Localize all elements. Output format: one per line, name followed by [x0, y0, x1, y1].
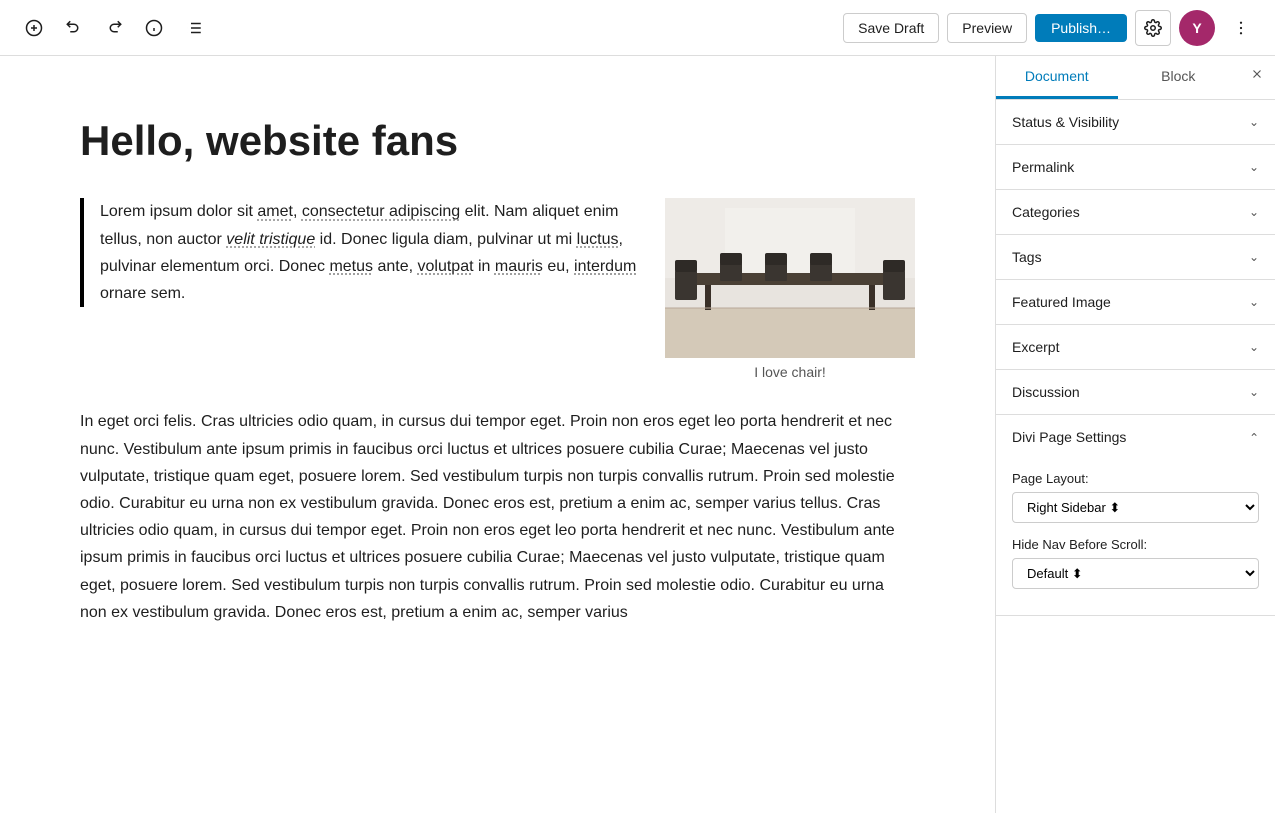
tab-block[interactable]: Block [1118, 56, 1240, 99]
image-block: I love chair! [665, 198, 915, 380]
panel-label-featured-image: Featured Image [1012, 294, 1111, 310]
hide-nav-label: Hide Nav Before Scroll: [1012, 537, 1259, 552]
chevron-icon-featured-image: ⌄ [1249, 295, 1259, 309]
panel-tags[interactable]: Tags ⌄ [996, 235, 1275, 280]
chevron-icon-discussion: ⌄ [1249, 385, 1259, 399]
panel-label-divi: Divi Page Settings [1012, 429, 1126, 445]
page-layout-select[interactable]: Right Sidebar ⬍ Left Sidebar Full Width … [1012, 492, 1259, 523]
panel-permalink[interactable]: Permalink ⌄ [996, 145, 1275, 190]
chevron-icon-divi: ⌄ [1249, 430, 1259, 444]
yoast-icon[interactable]: Y [1179, 10, 1215, 46]
toolbar: Save Draft Preview Publish… Y [0, 0, 1275, 56]
more-options-button[interactable] [1223, 10, 1259, 46]
close-sidebar-button[interactable] [1239, 56, 1275, 92]
chevron-icon-permalink: ⌄ [1249, 160, 1259, 174]
editor-area: Hello, website fans Lorem ipsum dolor si… [0, 56, 995, 813]
hide-nav-select[interactable]: Default ⬍ Enable Disable [1012, 558, 1259, 589]
panel-label-excerpt: Excerpt [1012, 339, 1059, 355]
panel-categories[interactable]: Categories ⌄ [996, 190, 1275, 235]
main-layout: Hello, website fans Lorem ipsum dolor si… [0, 56, 1275, 813]
quote-text-block: Lorem ipsum dolor sit amet, consectetur … [80, 198, 641, 307]
post-title[interactable]: Hello, website fans [80, 116, 915, 166]
sidebar-tabs: Document Block [996, 56, 1275, 100]
undo-button[interactable] [56, 10, 92, 46]
media-text-block: Lorem ipsum dolor sit amet, consectetur … [80, 198, 915, 380]
chevron-icon-tags: ⌄ [1249, 250, 1259, 264]
panel-featured-image[interactable]: Featured Image ⌄ [996, 280, 1275, 325]
settings-button[interactable] [1135, 10, 1171, 46]
redo-button[interactable] [96, 10, 132, 46]
sidebar: Document Block Status & Visibility ⌄ Per… [995, 56, 1275, 813]
panel-label-categories: Categories [1012, 204, 1080, 220]
chevron-icon-status: ⌄ [1249, 115, 1259, 129]
panel-divi-settings: Divi Page Settings ⌄ Page Layout: Right … [996, 415, 1275, 616]
add-block-button[interactable] [16, 10, 52, 46]
publish-button[interactable]: Publish… [1035, 14, 1127, 42]
divi-settings-content: Page Layout: Right Sidebar ⬍ Left Sideba… [996, 459, 1275, 615]
body-paragraph: In eget orci felis. Cras ultricies odio … [80, 408, 915, 626]
image-caption: I love chair! [665, 364, 915, 380]
toolbar-left [16, 10, 212, 46]
tab-document[interactable]: Document [996, 56, 1118, 99]
panel-label-tags: Tags [1012, 249, 1042, 265]
panel-label-discussion: Discussion [1012, 384, 1080, 400]
panel-excerpt[interactable]: Excerpt ⌄ [996, 325, 1275, 370]
save-draft-button[interactable]: Save Draft [843, 13, 939, 43]
page-layout-label: Page Layout: [1012, 471, 1259, 486]
divi-settings-header[interactable]: Divi Page Settings ⌄ [996, 415, 1275, 459]
panel-discussion[interactable]: Discussion ⌄ [996, 370, 1275, 415]
inline-image [665, 198, 915, 358]
panel-label-status: Status & Visibility [1012, 114, 1119, 130]
info-button[interactable] [136, 10, 172, 46]
chevron-icon-categories: ⌄ [1249, 205, 1259, 219]
panel-label-permalink: Permalink [1012, 159, 1074, 175]
preview-button[interactable]: Preview [947, 13, 1027, 43]
chevron-icon-excerpt: ⌄ [1249, 340, 1259, 354]
quote-paragraph: Lorem ipsum dolor sit amet, consectetur … [100, 198, 641, 307]
list-view-button[interactable] [176, 10, 212, 46]
toolbar-right: Save Draft Preview Publish… Y [843, 10, 1259, 46]
sidebar-panel-document: Status & Visibility ⌄ Permalink ⌄ Catego… [996, 100, 1275, 616]
panel-status-visibility[interactable]: Status & Visibility ⌄ [996, 100, 1275, 145]
